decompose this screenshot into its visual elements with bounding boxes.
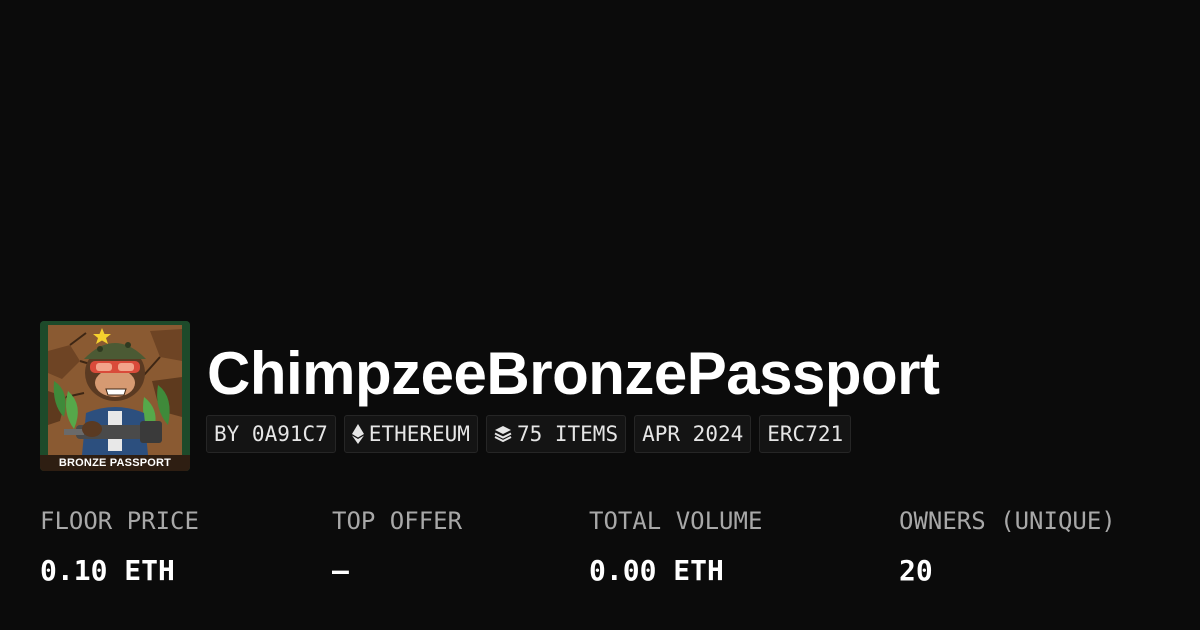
collection-preview-card: BRONZE PASSPORT ChimpzeeBronzePassport B… (0, 0, 1200, 630)
collection-title: ChimpzeeBronzePassport (207, 340, 940, 407)
owners-stat: OWNERS (UNIQUE) 20 (899, 503, 1116, 589)
total-volume-label: TOTAL VOLUME (589, 507, 763, 535)
creator-chip[interactable]: BY 0A91C7 (206, 415, 336, 453)
collection-tags: BY 0A91C7 ETHEREUM 75 ITEMS APR 2024 ERC… (206, 415, 852, 453)
items-count: 75 ITEMS (516, 422, 619, 446)
standard-chip: ERC721 (759, 415, 852, 453)
total-volume-value: 0.00 ETH (589, 554, 724, 587)
chimp-soldier-artwork (40, 321, 190, 471)
chain-chip[interactable]: ETHEREUM (343, 415, 478, 453)
top-offer-stat: TOP OFFER – (332, 503, 462, 589)
collection-avatar: BRONZE PASSPORT (40, 321, 190, 471)
floor-price-label: FLOOR PRICE (40, 507, 199, 535)
items-chip[interactable]: 75 ITEMS (485, 415, 627, 453)
owners-value: 20 (899, 554, 933, 587)
owners-label: OWNERS (UNIQUE) (899, 507, 1116, 535)
top-offer-label: TOP OFFER (332, 507, 463, 535)
total-volume-stat: TOTAL VOLUME 0.00 ETH (589, 503, 762, 589)
ethereum-icon (351, 424, 364, 444)
avatar-caption: BRONZE PASSPORT (40, 455, 190, 471)
top-offer-value: – (332, 554, 349, 587)
token-standard: ERC721 (767, 422, 844, 446)
date-chip: APR 2024 (634, 415, 752, 453)
created-date: APR 2024 (642, 422, 744, 446)
layers-icon (494, 425, 512, 443)
creator-label: BY 0A91C7 (214, 422, 328, 446)
floor-price-stat: FLOOR PRICE 0.10 ETH (40, 503, 199, 589)
floor-price-value: 0.10 ETH (40, 554, 175, 587)
chain-label: ETHEREUM (368, 422, 470, 446)
